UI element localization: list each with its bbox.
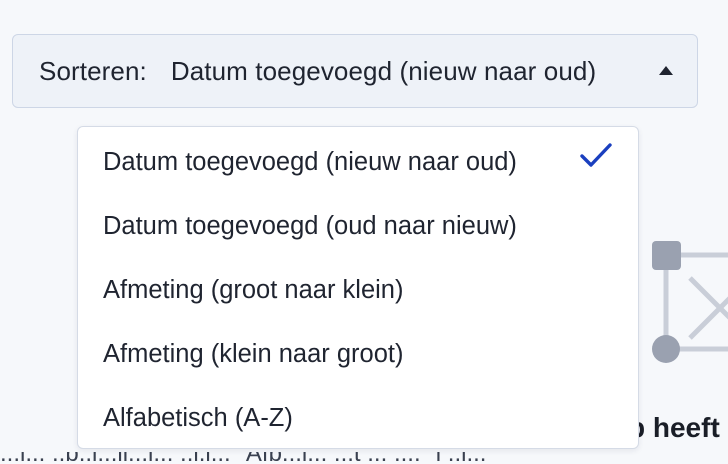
- empty-state-illustration: [652, 241, 728, 363]
- sort-option-label: Datum toegevoegd (nieuw naar oud): [103, 147, 517, 176]
- sort-label: Sorteren:: [39, 55, 147, 86]
- sort-option-size-large[interactable]: Afmeting (groot naar klein): [78, 258, 638, 322]
- sort-option-size-small[interactable]: Afmeting (klein naar groot): [78, 322, 638, 386]
- sort-option-label: Datum toegevoegd (oud naar nieuw): [103, 211, 517, 240]
- sort-dropdown[interactable]: Sorteren: Datum toegevoegd (nieuw naar o…: [12, 34, 698, 108]
- sort-option-label: Afmeting (groot naar klein): [103, 275, 404, 304]
- empty-state-description: ...l... ..b..l...ll...l... ..l.l... "Afb…: [0, 452, 728, 464]
- caret-up-icon: [659, 65, 673, 75]
- sort-option-date-newest[interactable]: Datum toegevoegd (nieuw naar oud): [78, 130, 638, 194]
- sort-option-date-oldest[interactable]: Datum toegevoegd (oud naar nieuw): [78, 194, 638, 258]
- sort-option-label: Afmeting (klein naar groot): [103, 339, 404, 368]
- sort-option-alphabetical[interactable]: Alfabetisch (A-Z): [78, 386, 638, 450]
- checkmark-icon: [578, 142, 612, 170]
- sort-options-menu: Datum toegevoegd (nieuw naar oud) Datum …: [77, 126, 639, 449]
- sort-option-label: Alfabetisch (A-Z): [103, 403, 293, 432]
- sort-selected-value: Datum toegevoegd (nieuw naar oud): [170, 55, 597, 86]
- empty-state-heading: p heeft: [628, 412, 720, 443]
